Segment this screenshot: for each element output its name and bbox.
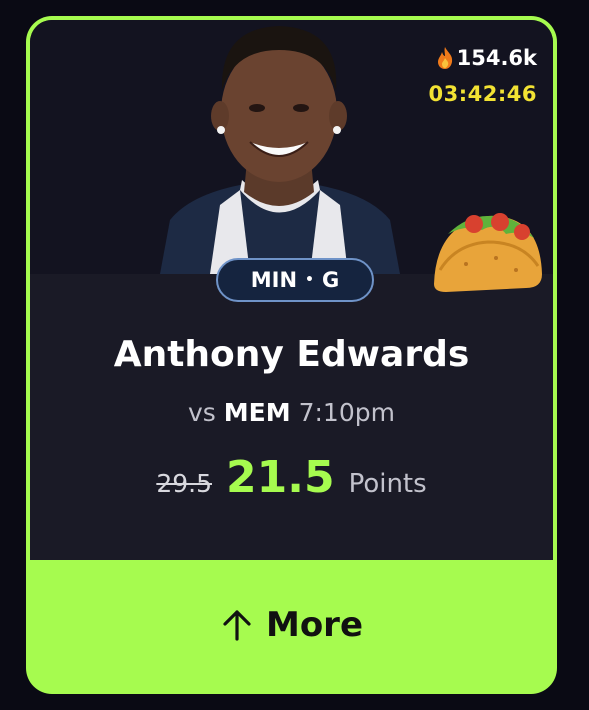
badge-separator: • (305, 272, 314, 288)
matchup-prefix: vs (188, 398, 216, 427)
current-line: 21.5 (226, 452, 335, 503)
taco-icon (434, 213, 542, 292)
player-position: G (322, 268, 340, 292)
popularity-count: 154.6k (429, 46, 537, 70)
previous-line: 29.5 (156, 469, 212, 498)
player-headshot (160, 26, 400, 274)
card-content-panel: 154.6k 03:42:46 MIN • G Anthony Edwards (30, 20, 553, 560)
popularity-value: 154.6k (456, 46, 537, 70)
card-stats: 154.6k 03:42:46 (429, 46, 537, 106)
flame-icon (437, 47, 452, 69)
prop-line: 29.5 21.5 Points (30, 452, 553, 503)
stat-type: Points (348, 469, 427, 499)
game-time: 7:10pm (298, 398, 395, 427)
opponent-team: MEM (223, 398, 291, 427)
player-photo-area: 154.6k 03:42:46 (30, 20, 553, 292)
arrow-up-icon (223, 610, 251, 641)
player-name: Anthony Edwards (113, 334, 470, 375)
team-position-badge: MIN • G (216, 258, 374, 302)
more-button[interactable]: More (26, 560, 557, 690)
player-prop-card[interactable]: 154.6k 03:42:46 MIN • G Anthony Edwards (26, 16, 557, 694)
team-abbr: MIN (250, 268, 298, 292)
more-button-label: More (265, 605, 364, 645)
matchup-info: vs MEM 7:10pm (30, 398, 553, 427)
countdown-timer: 03:42:46 (428, 82, 537, 106)
